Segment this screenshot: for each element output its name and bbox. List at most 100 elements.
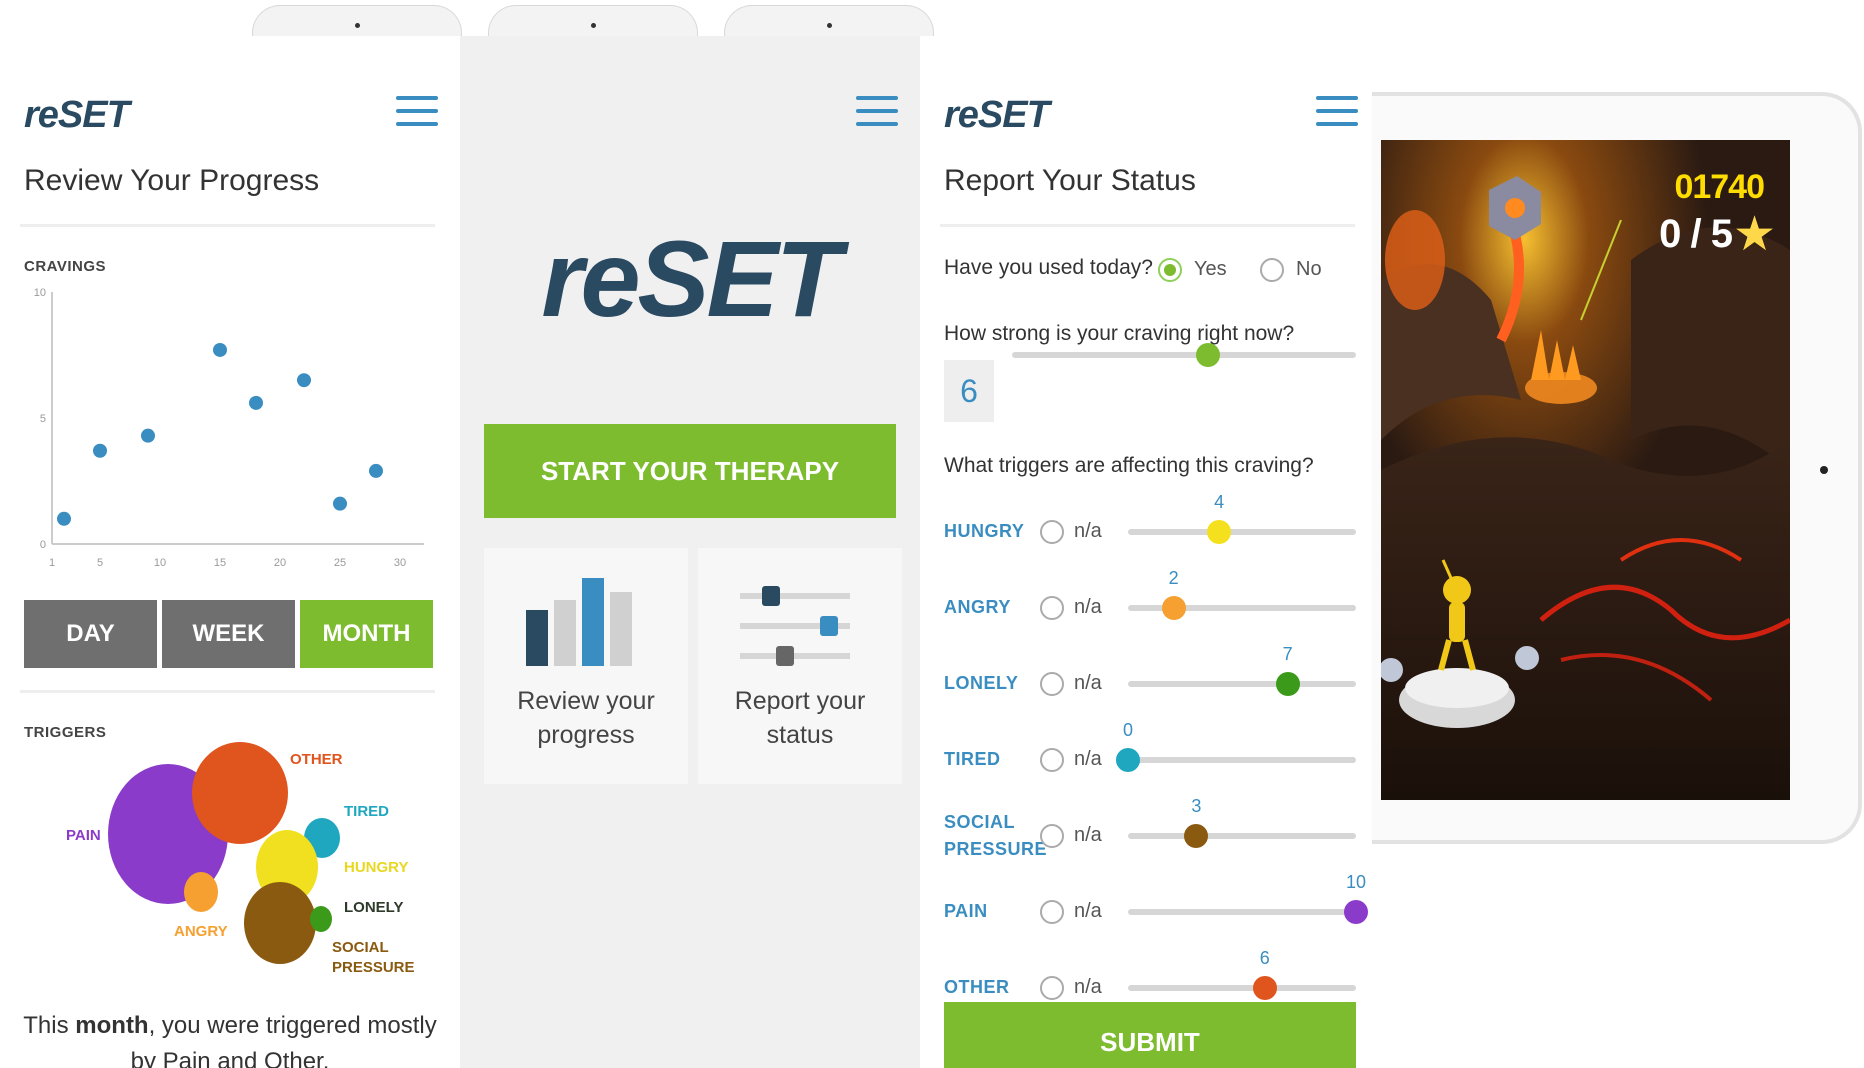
na-radio-tired[interactable] (1040, 748, 1064, 772)
tab-month[interactable]: MONTH (300, 600, 433, 668)
label-pain: PAIN (66, 827, 101, 844)
data-point (333, 496, 347, 511)
y-tick-label: 10 (34, 287, 46, 299)
bubble-other (192, 742, 288, 844)
na-radio-pain[interactable] (1040, 900, 1064, 924)
label-other: OTHER (290, 751, 343, 768)
x-tick-label: 5 (97, 557, 103, 569)
label-hungry: HUNGRY (344, 859, 409, 876)
star-icon: ★ (1732, 208, 1776, 261)
trigger-value-lonely: 7 (1282, 644, 1293, 664)
trigger-slider-track[interactable] (1128, 985, 1356, 991)
page-title: Review Your Progress (24, 164, 320, 197)
na-label: n/a (1074, 748, 1102, 770)
trigger-slider-track[interactable] (1128, 757, 1356, 763)
report-status-label: Report your status (734, 687, 866, 749)
trigger-name-tired: TIRED (944, 749, 1001, 769)
score-counter: 01740 (1674, 168, 1765, 206)
trigger-slider-handle-pain[interactable] (1344, 900, 1368, 924)
tab-week[interactable]: WEEK (162, 600, 295, 668)
data-point (141, 428, 155, 443)
speaker-dot (827, 23, 832, 28)
trigger-name-hungry: HUNGRY (944, 521, 1025, 541)
yes-label: Yes (1194, 258, 1227, 280)
x-tick-label: 30 (394, 557, 406, 569)
x-tick-label: 15 (214, 557, 226, 569)
hamburger-menu-icon[interactable] (396, 96, 438, 130)
label-angry: ANGRY (174, 923, 228, 940)
trigger-slider-handle-hungry[interactable] (1207, 520, 1232, 544)
label-lonely: LONELY (344, 899, 404, 916)
tab-day[interactable]: DAY (24, 600, 157, 668)
trigger-slider-track[interactable] (1128, 833, 1356, 839)
divider (20, 690, 435, 693)
submit-button[interactable]: SUBMIT (944, 1002, 1356, 1068)
page-title: Report Your Status (944, 164, 1196, 197)
trigger-value-hungry: 4 (1214, 492, 1225, 512)
trigger-slider-track[interactable] (1128, 529, 1356, 535)
craving-slider-handle[interactable] (1196, 343, 1221, 367)
trigger-value-other: 6 (1259, 948, 1270, 968)
sliders-icon (740, 586, 850, 666)
trigger-name-pain: PAIN (944, 901, 988, 921)
hamburger-menu-icon[interactable] (1316, 96, 1358, 130)
yes-radio[interactable] (1158, 258, 1182, 282)
trigger-slider-track[interactable] (1128, 681, 1356, 687)
trigger-slider-handle-angry[interactable] (1161, 596, 1186, 620)
na-label: n/a (1074, 596, 1102, 618)
status-screen: reSET Report Your Status Have you used t… (920, 36, 1380, 1068)
na-label: n/a (1074, 672, 1102, 694)
report-status-card[interactable]: Report your status (698, 548, 902, 784)
label-social-pressure: SOCIAL PRESSURE (332, 939, 415, 976)
cravings-label: CRAVINGS (24, 258, 107, 275)
y-tick-label: 0 (40, 539, 46, 551)
triggers-bubble-chart: PAIN OTHER TIRED HUNGRY LONELY ANGRY SOC… (0, 736, 460, 996)
data-point (93, 443, 107, 458)
no-radio[interactable] (1260, 258, 1284, 282)
na-radio-angry[interactable] (1040, 596, 1064, 620)
app-logo-large: reSET (541, 218, 841, 339)
divider (940, 224, 1355, 227)
x-tick-label: 10 (154, 557, 166, 569)
na-radio-lonely[interactable] (1040, 672, 1064, 696)
trigger-summary: This month, you were triggered mostly by… (23, 1012, 437, 1068)
na-radio-other[interactable] (1040, 976, 1064, 1000)
label-tired: TIRED (344, 803, 389, 820)
trigger-value-tired: 0 (1122, 720, 1134, 740)
hamburger-menu-icon[interactable] (856, 96, 898, 130)
divider (20, 224, 435, 227)
craving-value: 6 (944, 360, 994, 422)
data-point (213, 342, 227, 357)
na-label: n/a (1074, 824, 1102, 846)
trigger-slider-handle-social-pressure[interactable] (1184, 824, 1209, 848)
trigger-value-social-pressure: 3 (1191, 796, 1202, 816)
trigger-slider-track[interactable] (1128, 909, 1356, 915)
data-point (57, 511, 71, 526)
star-counter: 0 / 5 (1659, 212, 1733, 256)
trigger-name-lonely: LONELY (944, 673, 1019, 693)
start-therapy-button[interactable]: START YOUR THERAPY (484, 424, 896, 518)
bubble-lonely (310, 906, 332, 932)
trigger-slider-handle-lonely[interactable] (1275, 672, 1300, 696)
na-radio-hungry[interactable] (1040, 520, 1064, 544)
x-tick-label: 1 (49, 557, 55, 569)
trigger-slider-handle-other[interactable] (1252, 976, 1277, 1000)
home-screen: reSET START YOUR THERAPY Review your pro… (460, 36, 920, 1068)
bar-chart-icon (526, 578, 632, 666)
data-point (249, 395, 263, 410)
craving-slider-track[interactable] (1012, 352, 1356, 358)
trigger-value-pain: 10 (1345, 872, 1367, 892)
trigger-name-angry: ANGRY (944, 597, 1011, 617)
na-label: n/a (1074, 976, 1102, 998)
used-today-question: Have you used today? (944, 256, 1153, 279)
trigger-slider-handle-tired[interactable] (1116, 748, 1140, 772)
trigger-name-other: OTHER (944, 977, 1010, 997)
game-screen[interactable]: 01740 0 / 5 ★ (1381, 140, 1790, 800)
na-radio-social-pressure[interactable] (1040, 824, 1064, 848)
app-logo: reSET (24, 94, 130, 136)
na-label: n/a (1074, 900, 1102, 922)
review-progress-card[interactable]: Review your progress (484, 548, 688, 784)
data-point (369, 463, 383, 478)
trigger-value-angry: 2 (1168, 568, 1179, 588)
x-tick-label: 25 (334, 557, 346, 569)
